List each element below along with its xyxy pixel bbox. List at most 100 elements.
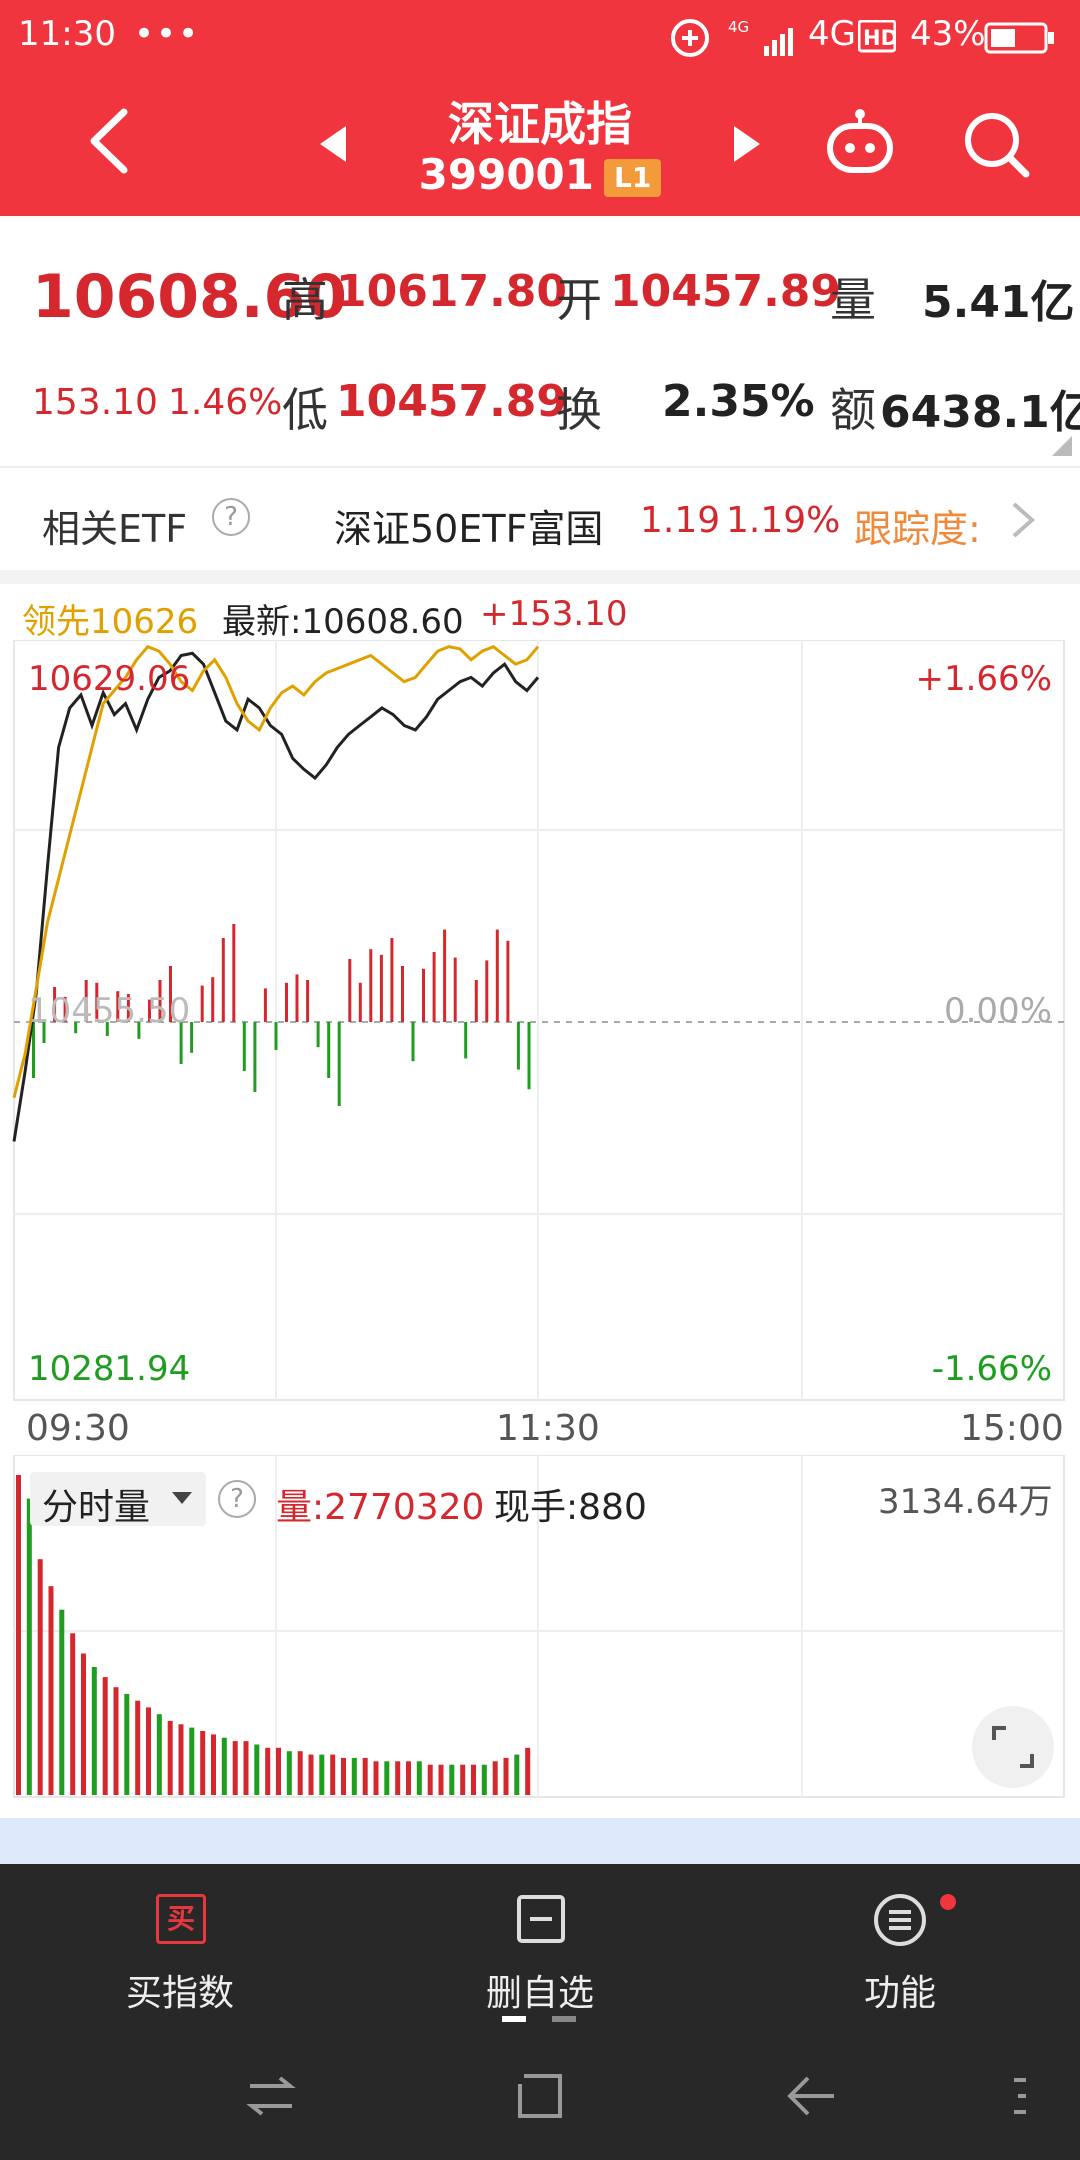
promo-strip[interactable] <box>0 1818 1080 1864</box>
diff-bar <box>358 982 362 1022</box>
intraday-chart[interactable]: 10629.06 10455.50 10281.94 +1.66% 0.00% … <box>0 640 1080 1408</box>
chevron-right-icon[interactable] <box>1010 500 1036 540</box>
diff-bar <box>200 985 204 1022</box>
buy-icon: 买 <box>156 1894 206 1944</box>
page-title: 深证成指 <box>448 97 632 151</box>
diff-bar <box>432 952 436 1022</box>
volume-bar <box>91 1667 97 1795</box>
system-navigation-bar <box>0 2034 1080 2160</box>
menu-icon <box>874 1894 926 1946</box>
volume-bar <box>26 1498 32 1795</box>
volume-bar <box>135 1700 141 1795</box>
remove-icon <box>517 1895 565 1943</box>
volume-bar <box>189 1727 195 1795</box>
help-icon[interactable]: ? <box>212 498 250 536</box>
volume-bar <box>265 1747 271 1795</box>
volume-bar <box>427 1764 433 1795</box>
nav-back-icon[interactable] <box>784 2072 838 2120</box>
diff-bar <box>274 1022 278 1050</box>
diff-bar <box>443 929 447 1022</box>
volume-bar <box>492 1761 498 1795</box>
etf-percent: 1.19% <box>726 500 841 541</box>
level-badge: L1 <box>604 158 662 197</box>
next-stock-icon[interactable] <box>730 124 764 164</box>
volume-bar <box>146 1707 151 1795</box>
diff-bar <box>327 1022 331 1078</box>
diff-bar <box>506 940 510 1022</box>
bottom-percent-label: -1.66% <box>932 1349 1052 1389</box>
volume-bar <box>503 1757 509 1795</box>
switch-icon[interactable] <box>246 2074 296 2118</box>
home-icon[interactable] <box>516 2072 564 2120</box>
sync-icon <box>671 19 709 57</box>
status-bar: 11:30 ••• 4G 4G HD 43% <box>0 0 1080 72</box>
volume-bar <box>514 1754 520 1795</box>
volume-bar <box>48 1586 54 1795</box>
latest-legend: 最新:10608.60 <box>222 602 464 642</box>
volume-bar <box>384 1761 390 1795</box>
volume-label: 量 <box>830 273 876 327</box>
current-hand: 现手:880 <box>494 1487 647 1528</box>
volume-help-icon[interactable]: ? <box>218 1480 256 1518</box>
robot-icon[interactable] <box>822 106 898 176</box>
diff-bar <box>295 974 299 1022</box>
mid-percent-label: 0.00% <box>944 991 1052 1031</box>
svg-text:HD: HD <box>863 26 896 50</box>
app-header: 11:30 ••• 4G 4G HD 43% 深证成指 399001 L1 <box>0 0 1080 216</box>
volume-bar <box>59 1609 65 1795</box>
related-etf-row[interactable]: 相关ETF ? 深证50ETF富国 1.19 1.19% 跟踪度: <box>0 466 1080 572</box>
diff-bar <box>495 929 499 1022</box>
etf-label: 相关ETF <box>42 507 188 551</box>
section-divider <box>0 570 1080 584</box>
diff-bar <box>263 988 267 1022</box>
amount-label: 额 <box>830 383 876 437</box>
diff-bar <box>485 960 489 1022</box>
volume-bar <box>481 1764 487 1795</box>
time-mid: 11:30 <box>496 1408 600 1449</box>
top-price-label: 10629.06 <box>28 659 190 699</box>
notification-dot <box>940 1894 956 1910</box>
volume-bar <box>438 1764 444 1795</box>
expand-corner-icon[interactable] <box>1052 436 1072 456</box>
volume-bar <box>308 1754 314 1795</box>
volume-bar <box>406 1761 411 1795</box>
function-label: 功能 <box>863 1973 936 2014</box>
diff-bar <box>390 938 394 1022</box>
function-button[interactable]: 功能 <box>780 1864 1020 2034</box>
volume-bar <box>362 1757 368 1795</box>
diff-bar <box>348 959 352 1022</box>
volume-bar <box>124 1693 130 1795</box>
diff-bar <box>411 1022 415 1062</box>
etf-name[interactable]: 深证50ETF富国 <box>334 498 603 553</box>
turnover-value: 2.35% <box>662 376 815 427</box>
volume-bar <box>37 1559 43 1795</box>
diff-bar <box>474 980 478 1022</box>
volume-bar <box>395 1761 401 1795</box>
open-label: 开 <box>556 273 602 327</box>
fullscreen-button[interactable] <box>972 1706 1054 1788</box>
diff-bar <box>285 982 288 1022</box>
diff-bar <box>401 966 404 1022</box>
svg-text:4G: 4G <box>728 18 749 36</box>
change-value: 153.10 <box>32 382 158 423</box>
bottom-price-label: 10281.94 <box>28 1349 190 1389</box>
etf-price: 1.19 <box>640 500 721 541</box>
diff-bar <box>422 968 425 1022</box>
chart-legend: 领先10626 最新:10608.60 +153.10 <box>0 584 1080 644</box>
volume-bar <box>471 1764 476 1795</box>
volume-bar <box>449 1764 455 1795</box>
stock-code: 399001 <box>418 150 594 199</box>
search-icon[interactable] <box>962 110 1030 178</box>
volume-selector[interactable]: 分时量 <box>30 1472 206 1528</box>
dropdown-icon <box>172 1492 192 1504</box>
volume-bar <box>416 1761 422 1795</box>
diff-bar <box>453 957 457 1022</box>
fullscreen-icon <box>992 1726 1034 1768</box>
remove-watchlist-button[interactable]: 删自选 <box>420 1864 660 2034</box>
buy-index-button[interactable]: 买 买指数 <box>60 1864 300 2034</box>
volume-bar <box>243 1741 249 1795</box>
tracking-label: 跟踪度: <box>854 507 981 551</box>
amount-value: 6438.1亿 <box>880 387 1080 438</box>
diff-bar <box>211 977 215 1022</box>
more-icon[interactable] <box>1012 2074 1028 2118</box>
